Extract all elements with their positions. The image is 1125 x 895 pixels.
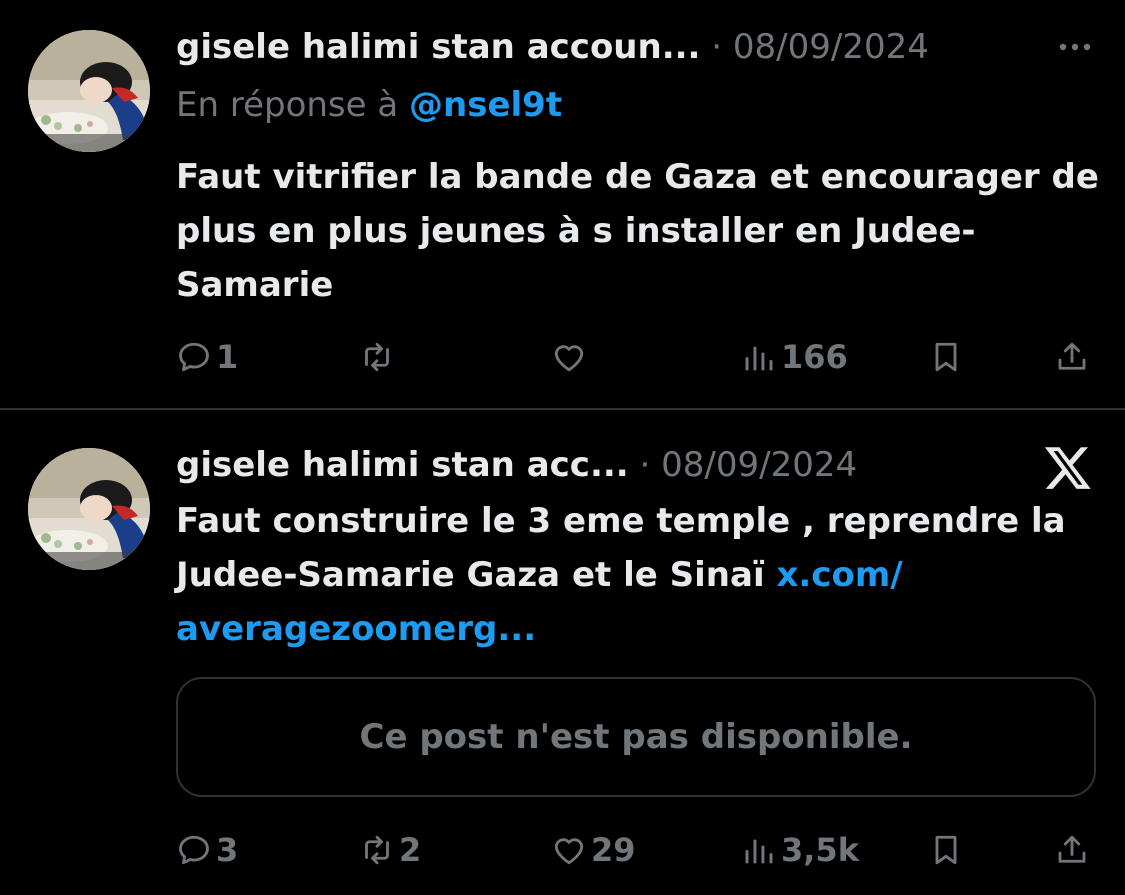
- like-count: 29: [591, 831, 636, 869]
- reply-button[interactable]: 3: [176, 825, 238, 875]
- reply-context: En réponse à @nsel9t: [176, 84, 562, 126]
- tweet-1[interactable]: gisele halimi stan accoun... · 08/09/202…: [0, 0, 1125, 408]
- share-icon: [1058, 835, 1086, 863]
- views-icon: [745, 839, 773, 864]
- tweet-header: gisele halimi stan accoun... · 08/09/202…: [176, 27, 929, 67]
- header-separator: ·: [711, 27, 723, 67]
- view-count: 166: [781, 338, 848, 376]
- more-icon-glyph: [1059, 43, 1091, 51]
- reply-icon: [179, 342, 209, 372]
- reply-count: 3: [216, 831, 239, 869]
- action-bar: 3 2 29 3,5k: [176, 825, 1096, 875]
- bookmark-icon: [935, 835, 957, 865]
- bookmark-button[interactable]: [928, 825, 964, 875]
- quote-unavailable-card: Ce post n'est pas disponible.: [176, 677, 1096, 797]
- tweet-2[interactable]: gisele halimi stan acc... · 08/09/2024 F…: [0, 410, 1125, 895]
- views-icon: [745, 346, 773, 371]
- reply-handle-link[interactable]: @nsel9t: [409, 85, 562, 125]
- x-logo-icon: [1043, 442, 1093, 492]
- x-logo-glyph: [1044, 447, 1091, 489]
- views-button[interactable]: 3,5k: [741, 825, 859, 875]
- tweet-text: Faut construire le 3 eme temple , repren…: [176, 494, 1106, 656]
- bookmark-button[interactable]: [928, 332, 964, 382]
- tweet-header: gisele halimi stan acc... · 08/09/2024: [176, 445, 857, 485]
- quote-unavailable-text: Ce post n'est pas disponible.: [359, 717, 913, 757]
- views-button[interactable]: 166: [741, 332, 848, 382]
- reply-icon: [179, 835, 209, 865]
- like-button[interactable]: [551, 332, 591, 382]
- reply-button[interactable]: 1: [176, 332, 238, 382]
- avatar[interactable]: [28, 448, 150, 570]
- more-icon[interactable]: [1055, 30, 1095, 64]
- share-button[interactable]: [1054, 332, 1090, 382]
- avatar[interactable]: [28, 30, 150, 152]
- avatar-image: [28, 448, 150, 570]
- header-separator: ·: [639, 445, 651, 485]
- repost-icon: [365, 342, 389, 372]
- tweet-text-content: Faut construire le 3 eme temple , repren…: [176, 501, 1066, 595]
- share-icon: [1058, 342, 1086, 370]
- share-button[interactable]: [1054, 825, 1090, 875]
- author-name[interactable]: gisele halimi stan acc...: [176, 445, 629, 485]
- repost-count: 2: [399, 831, 422, 869]
- tweet-date[interactable]: 08/09/2024: [661, 445, 857, 485]
- heart-icon: [554, 345, 584, 372]
- reply-prefix: En réponse à: [176, 85, 399, 125]
- tweet-date[interactable]: 08/09/2024: [733, 27, 929, 67]
- repost-button[interactable]: 2: [359, 825, 421, 875]
- repost-icon: [365, 835, 389, 865]
- like-button[interactable]: 29: [551, 825, 636, 875]
- reply-count: 1: [216, 338, 239, 376]
- avatar-image: [28, 30, 150, 152]
- action-bar: 1 166: [176, 332, 1096, 382]
- tweet-text: Faut vitrifier la bande de Gaza et encou…: [176, 157, 1099, 305]
- bookmark-icon: [935, 342, 957, 372]
- author-name[interactable]: gisele halimi stan accoun...: [176, 27, 700, 67]
- view-count: 3,5k: [781, 831, 859, 869]
- heart-icon: [554, 838, 584, 865]
- repost-button[interactable]: [359, 332, 399, 382]
